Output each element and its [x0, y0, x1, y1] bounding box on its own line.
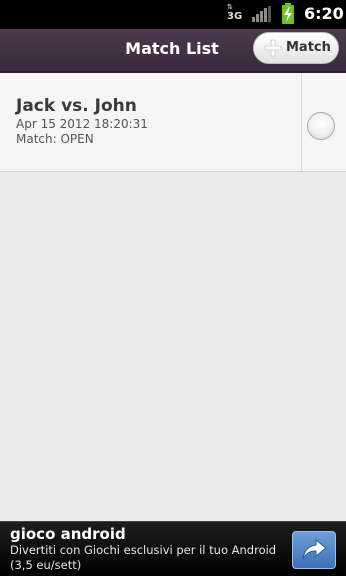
- match-list: Jack vs. John Apr 15 2012 18:20:31 Match…: [0, 73, 346, 172]
- battery-charging-icon: [282, 3, 294, 24]
- new-match-button[interactable]: Match: [253, 32, 339, 64]
- new-match-label: Match: [286, 40, 331, 55]
- list-item[interactable]: Jack vs. John Apr 15 2012 18:20:31 Match…: [0, 73, 346, 172]
- plus-icon: [264, 39, 282, 57]
- ad-body: Divertiti con Giochi esclusivi per il tu…: [10, 543, 277, 572]
- page-title: Match List: [125, 39, 219, 58]
- clock: 6:20: [304, 4, 344, 23]
- ad-banner[interactable]: gioco android Divertiti con Giochi esclu…: [0, 521, 346, 576]
- signal-icon: [252, 6, 271, 22]
- share-arrow-icon: [302, 538, 327, 560]
- match-info: Jack vs. John Apr 15 2012 18:20:31 Match…: [16, 95, 148, 147]
- match-title: Jack vs. John: [16, 96, 137, 116]
- 3g-data-icon: ⇅ 3G: [227, 3, 243, 22]
- match-date: Apr 15 2012 18:20:31: [16, 117, 148, 131]
- ad-title: gioco android: [10, 525, 126, 543]
- network-type: 3G: [227, 11, 243, 22]
- row-divider: [301, 73, 302, 171]
- match-status: Match: OPEN: [16, 132, 94, 146]
- title-bar: Match List Match: [0, 29, 346, 73]
- status-bar: ⇅ 3G 6:20: [0, 0, 346, 29]
- ad-share-button[interactable]: [292, 531, 336, 569]
- match-select-radio[interactable]: [307, 112, 335, 140]
